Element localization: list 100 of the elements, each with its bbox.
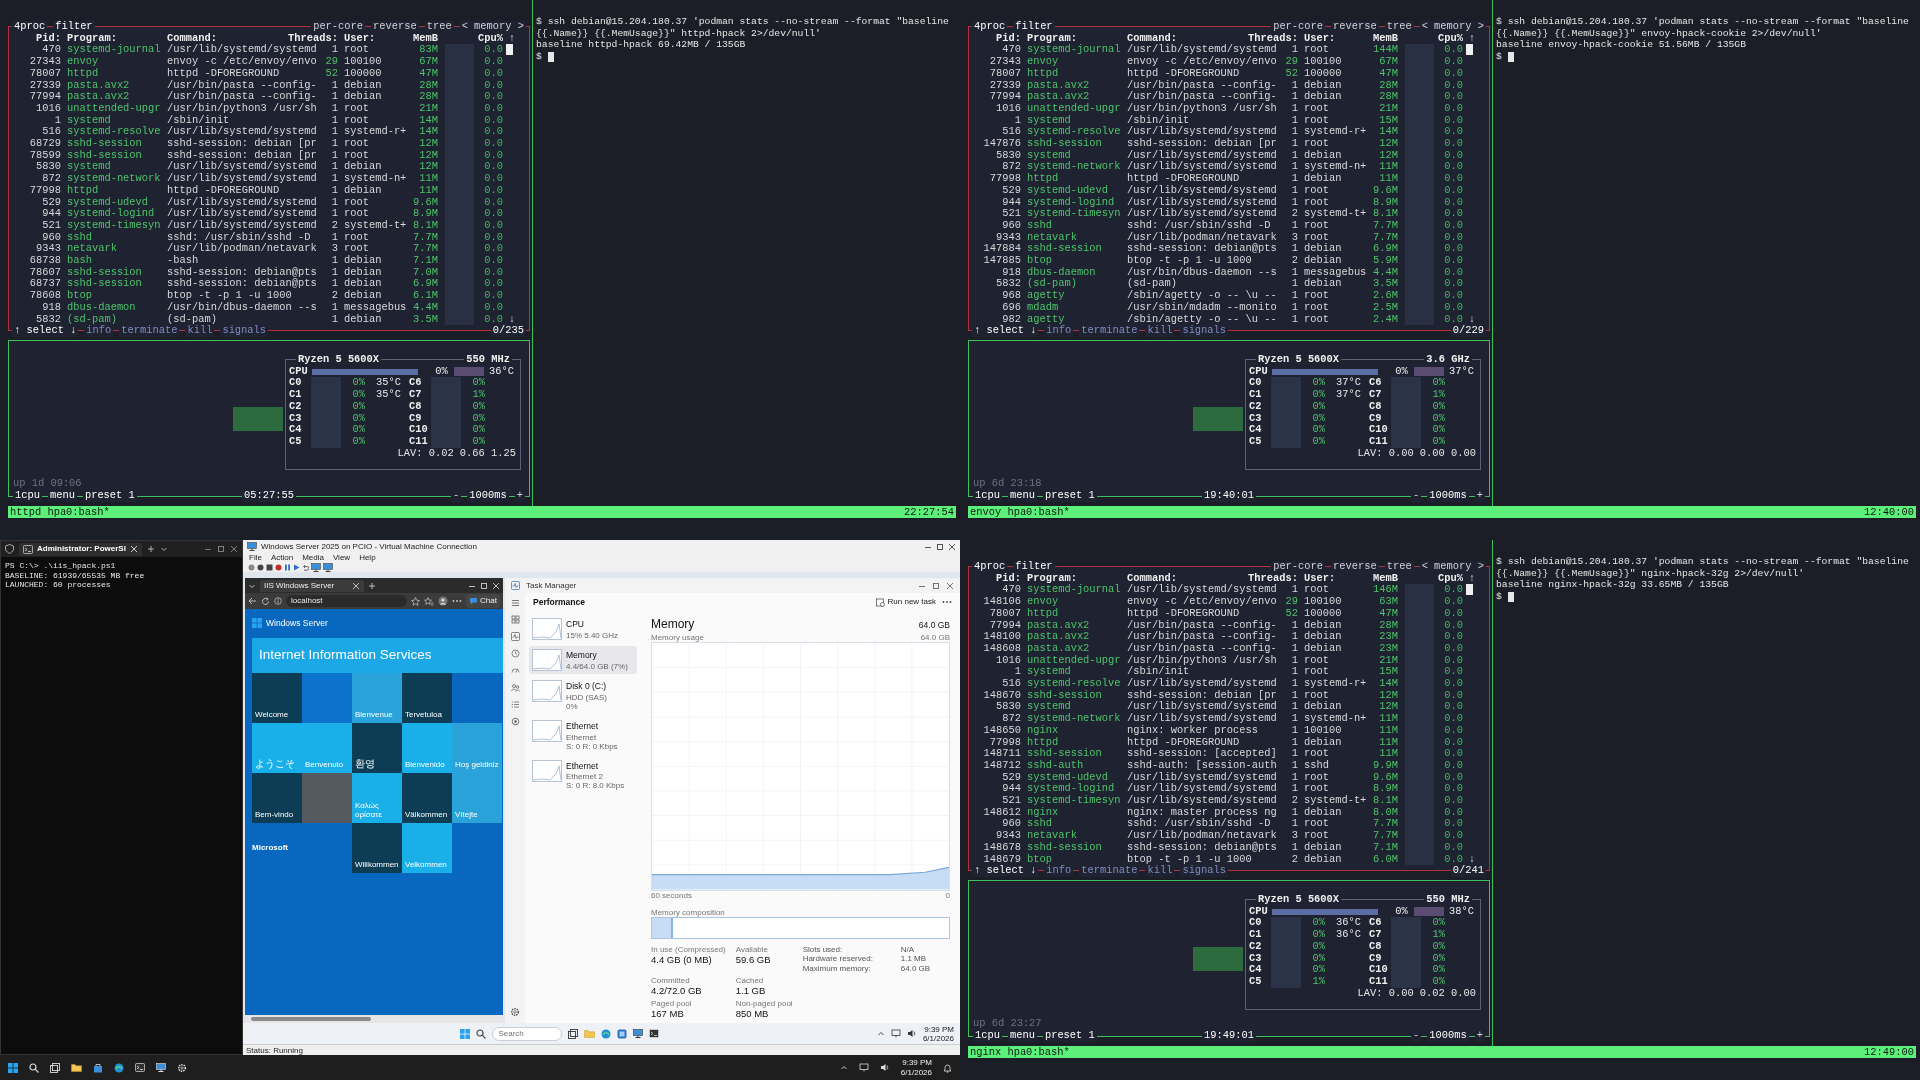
device-item[interactable]: Ethernet Ethernet S: 0 R: 0 Kbps [529, 716, 637, 754]
device-item[interactable]: Memory 4.4/64.0 GB (7%) [529, 646, 637, 674]
windows-logo-icon[interactable] [8, 1062, 18, 1073]
circle-icon[interactable] [257, 564, 264, 571]
list-icon[interactable] [510, 700, 520, 709]
menu-item[interactable]: View [332, 553, 351, 563]
panel-option[interactable]: per-core [1271, 561, 1326, 573]
maximize-icon[interactable] [932, 581, 940, 590]
panel-option[interactable]: signals [1180, 325, 1229, 337]
pause-icon[interactable] [284, 564, 291, 571]
increase-button[interactable]: + [514, 490, 525, 502]
close-icon[interactable] [946, 581, 954, 590]
plus-icon[interactable] [146, 545, 155, 553]
close-icon[interactable] [230, 545, 238, 553]
plus-icon[interactable] [368, 581, 376, 590]
panel-option[interactable]: terminate [1079, 325, 1140, 337]
bell-icon[interactable] [943, 1062, 952, 1073]
terminal-icon[interactable] [649, 1029, 660, 1038]
window-icon[interactable] [50, 1062, 60, 1073]
panel-option[interactable]: ↑ select ↓ [972, 325, 1039, 337]
panel-option[interactable]: preset 1 [82, 490, 137, 502]
circle-icon[interactable] [275, 564, 282, 571]
panel-option[interactable]: preset 1 [1042, 1030, 1097, 1042]
profile-icon[interactable] [438, 596, 449, 606]
panel-option[interactable]: 1cpu [973, 490, 1002, 502]
panel-option[interactable]: menu [47, 490, 77, 502]
panel-option[interactable]: per-core [1271, 21, 1326, 33]
favorites-icon[interactable] [424, 596, 435, 606]
people-icon[interactable] [510, 683, 520, 692]
maximize-icon[interactable] [217, 545, 225, 553]
panel-option[interactable]: info [84, 325, 114, 337]
panel-option[interactable]: kill [1145, 325, 1175, 337]
square-icon[interactable] [266, 564, 273, 571]
menu-icon[interactable] [510, 599, 520, 607]
panel-option[interactable]: 4proc [972, 21, 1008, 33]
panel-option[interactable]: ↑ select ↓ [12, 325, 79, 337]
refresh-icon[interactable] [261, 596, 270, 606]
gear-icon[interactable] [177, 1062, 187, 1073]
store-icon[interactable] [93, 1062, 103, 1073]
info-icon[interactable] [274, 597, 282, 605]
window-icon[interactable] [568, 1028, 579, 1039]
gauge-icon[interactable] [510, 666, 520, 675]
device-item[interactable]: Disk 0 (C:) HDD (SAS) 0% [529, 677, 637, 714]
panel-option[interactable]: kill [185, 325, 215, 337]
panel-option[interactable]: ↑ select ↓ [972, 865, 1039, 877]
panel-option[interactable]: terminate [1079, 865, 1140, 877]
panel-option[interactable]: signals [1180, 865, 1229, 877]
back-arrow-icon[interactable] [248, 597, 257, 605]
device-item[interactable]: CPU 15% 5.40 GHz [529, 615, 637, 643]
star-icon[interactable] [411, 596, 421, 606]
menu-item[interactable]: File [249, 553, 262, 563]
chevron-up-icon[interactable] [839, 1063, 848, 1072]
search-icon[interactable] [29, 1062, 39, 1073]
run-new-task-button[interactable]: Run new task [875, 596, 936, 608]
network-icon[interactable] [890, 1029, 901, 1038]
monitor-icon[interactable] [323, 563, 333, 572]
panel-option[interactable]: preset 1 [1042, 490, 1097, 502]
folder-icon[interactable] [71, 1063, 82, 1072]
panel-option[interactable]: info [1044, 865, 1074, 877]
panel-option[interactable]: 4proc [972, 561, 1008, 573]
device-item[interactable]: Ethernet Ethernet 2 S: 0 R: 8.0 Kbps [529, 756, 637, 794]
menu-item[interactable]: Help [359, 553, 376, 563]
panel-option[interactable]: per-core [311, 21, 366, 33]
maximize-icon[interactable] [936, 542, 944, 551]
search-icon[interactable] [476, 1028, 487, 1039]
panel-option[interactable]: 4proc [12, 21, 48, 33]
address-field[interactable]: localhost [286, 595, 408, 607]
monitor-icon[interactable] [156, 1063, 166, 1072]
panel-option[interactable]: terminate [119, 325, 180, 337]
panel-option[interactable]: signals [220, 325, 269, 337]
settings-icon[interactable] [510, 1007, 520, 1017]
panel-option[interactable]: 1cpu [973, 1030, 1002, 1042]
browser-tab[interactable]: IIS Windows Server [260, 579, 364, 592]
browser-icon[interactable] [114, 1062, 124, 1073]
more-icon[interactable] [942, 600, 952, 604]
scrollbar-thumb[interactable] [251, 1017, 371, 1021]
undo-icon[interactable] [302, 564, 309, 571]
panel-option[interactable]: menu [1007, 490, 1037, 502]
panel-option[interactable]: kill [1145, 865, 1175, 877]
close-icon[interactable] [948, 542, 956, 551]
terminal-icon[interactable] [135, 1063, 145, 1072]
increase-button[interactable]: + [1474, 1030, 1485, 1042]
grid-icon[interactable] [510, 615, 520, 624]
app-icon[interactable] [617, 1028, 628, 1039]
monitor-icon[interactable] [311, 563, 321, 572]
menu-item[interactable]: Media [302, 553, 324, 563]
panel-option[interactable]: < memory > [1419, 561, 1486, 573]
panel-option[interactable]: 1cpu [13, 490, 42, 502]
monitor-icon[interactable] [633, 1029, 644, 1038]
terminal-tab[interactable]: Administrator: PowerSl [19, 542, 142, 556]
panel-option[interactable]: menu [1007, 1030, 1037, 1042]
chevron-down-icon[interactable] [159, 545, 168, 553]
panel-option[interactable]: < memory > [1419, 21, 1486, 33]
pulse-icon[interactable] [510, 632, 520, 641]
search-field[interactable]: Search [492, 1026, 563, 1041]
panel-option[interactable]: < memory > [459, 21, 526, 33]
increase-button[interactable]: + [1474, 490, 1485, 502]
more-icon[interactable] [452, 599, 463, 603]
volume-icon[interactable] [906, 1029, 917, 1038]
chat-button[interactable]: Chat [466, 594, 500, 608]
